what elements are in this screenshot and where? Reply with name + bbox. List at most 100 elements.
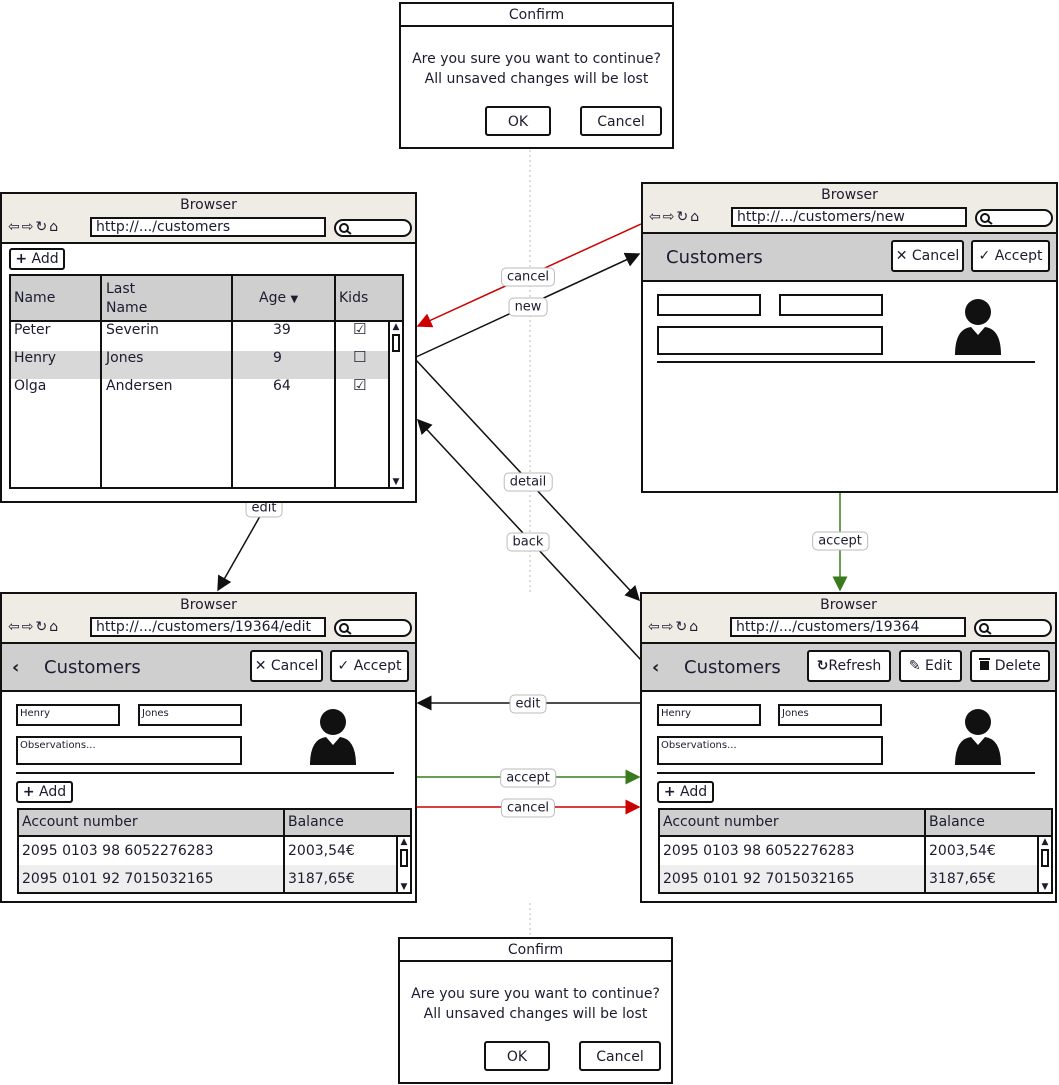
ok-button[interactable]: OK [484,1041,550,1071]
scrollbar[interactable]: ▲ ▼ [1037,837,1051,892]
check-icon: ✓ [337,658,350,674]
label-accept: accept [500,768,556,788]
add-button[interactable]: + Add [9,248,65,270]
back-chevron-icon[interactable]: ‹ [12,657,19,678]
page-title: Customers [44,657,141,678]
browser-nav-icons[interactable]: ⇦⇨↻⌂ [8,619,60,635]
add-account-button[interactable]: + Add [657,781,714,803]
label-accept: accept [812,531,868,551]
avatar-icon [955,299,1001,355]
window-title: Browser [180,197,237,213]
dialog-message: All unsaved changes will be lost [424,71,649,87]
last-name-field[interactable]: Jones [778,704,882,726]
checkbox-checked-icon[interactable]: ☑ [353,376,366,394]
plus-icon: + [22,784,35,800]
dialog-title: Confirm [401,4,672,27]
checkbox-unchecked-icon[interactable]: ☐ [353,348,366,366]
avatar-icon [310,709,356,765]
ok-button[interactable]: OK [485,106,551,136]
column-header-balance[interactable]: Balance [288,814,344,830]
column-header-age[interactable]: Age ▼ [259,290,298,306]
cell-name: Olga [14,378,47,394]
customer-detail-window: Browser ⇦⇨↻⌂ http://.../customers/19364 … [640,592,1057,903]
search-icon [339,623,352,635]
dialog-message: All unsaved changes will be lost [423,1006,648,1022]
column-header-name[interactable]: Name [14,290,55,306]
x-icon: ✕ [895,248,908,264]
cell-account-number: 2095 0103 98 6052276283 [663,843,855,859]
cell-name: Peter [14,322,51,338]
cell-account-number: 2095 0101 92 7015032165 [22,871,214,887]
dialog-title: Confirm [400,939,671,962]
customer-list-window: Browser ⇦⇨↻⌂ http://.../customers + Add … [0,192,417,503]
label-edit: edit [509,694,547,714]
first-name-field[interactable]: Henry [16,704,120,726]
observations-field[interactable]: Observations... [657,736,883,765]
accept-button[interactable]: ✓ Accept [330,650,409,682]
edit-button[interactable]: ✎ Edit [899,650,962,682]
observations-field[interactable]: Observations... [16,736,242,765]
search-input[interactable] [975,209,1053,227]
check-icon: ✓ [978,248,991,264]
cell-age: 39 [273,322,291,338]
url-bar[interactable]: http://.../customers/19364 [730,617,966,637]
url-bar[interactable]: http://.../customers/new [731,207,967,227]
cell-balance: 2003,54€ [288,843,355,859]
cell-last-name: Andersen [106,378,173,394]
search-icon [339,223,352,235]
first-name-field[interactable]: Henry [657,704,761,726]
cancel-button[interactable]: Cancel [580,106,662,136]
cell-account-number: 2095 0103 98 6052276283 [22,843,214,859]
search-icon [979,623,992,635]
label-new: new [508,297,548,317]
column-header-kids[interactable]: Kids [339,290,368,306]
browser-nav-icons[interactable]: ⇦⇨↻⌂ [649,209,701,225]
browser-nav-icons[interactable]: ⇦⇨↻⌂ [8,219,60,235]
cell-age: 9 [273,350,282,366]
scrollbar[interactable]: ▲ ▼ [388,322,402,487]
add-account-button[interactable]: + Add [16,781,73,803]
url-bar[interactable]: http://.../customers/19364/edit [90,617,326,637]
back-chevron-icon[interactable]: ‹ [652,657,659,678]
cell-name: Henry [14,350,57,366]
cell-last-name: Severin [106,322,159,338]
checkbox-checked-icon[interactable]: ☑ [353,320,366,338]
last-name-field[interactable] [779,294,883,316]
label-detail: detail [503,472,553,492]
column-header-last-name[interactable]: Last Name [106,280,147,318]
url-bar[interactable]: http://.../customers [90,217,326,237]
sort-desc-icon: ▼ [290,294,299,305]
delete-button[interactable]: Delete [970,650,1050,682]
refresh-button[interactable]: ↻Refresh [807,650,891,682]
first-name-field[interactable] [657,294,761,316]
cancel-button[interactable]: ✕ Cancel [250,650,323,682]
refresh-icon: ↻ [816,658,829,674]
column-header-balance[interactable]: Balance [929,814,985,830]
accept-button[interactable]: ✓ Accept [971,240,1050,272]
dialog-message: Are you sure you want to continue? [411,986,660,1002]
plus-icon: + [663,784,676,800]
last-name-field[interactable]: Jones [138,704,242,726]
new-customer-window: Browser ⇦⇨↻⌂ http://.../customers/new Cu… [641,182,1058,493]
confirm-dialog-bottom: Confirm Are you sure you want to continu… [398,937,673,1084]
scrollbar[interactable]: ▲ ▼ [396,837,410,892]
x-icon: ✕ [254,658,267,674]
label-cancel: cancel [500,798,556,818]
cancel-button[interactable]: Cancel [579,1041,661,1071]
plus-icon: + [15,251,28,267]
search-icon [980,213,993,225]
search-input[interactable] [974,619,1052,637]
label-cancel: cancel [500,267,556,287]
browser-nav-icons[interactable]: ⇦⇨↻⌂ [648,619,700,635]
search-input[interactable] [334,219,412,237]
column-header-account-number[interactable]: Account number [663,814,779,830]
window-title: Browser [820,597,877,613]
column-header-account-number[interactable]: Account number [22,814,138,830]
cancel-button[interactable]: ✕ Cancel [891,240,964,272]
accounts-table: Account number Balance 2095 0103 98 6052… [17,808,412,894]
trash-icon [979,658,991,670]
cell-balance: 3187,65€ [288,871,355,887]
window-title: Browser [180,597,237,613]
observations-field[interactable] [657,326,883,355]
search-input[interactable] [334,619,412,637]
